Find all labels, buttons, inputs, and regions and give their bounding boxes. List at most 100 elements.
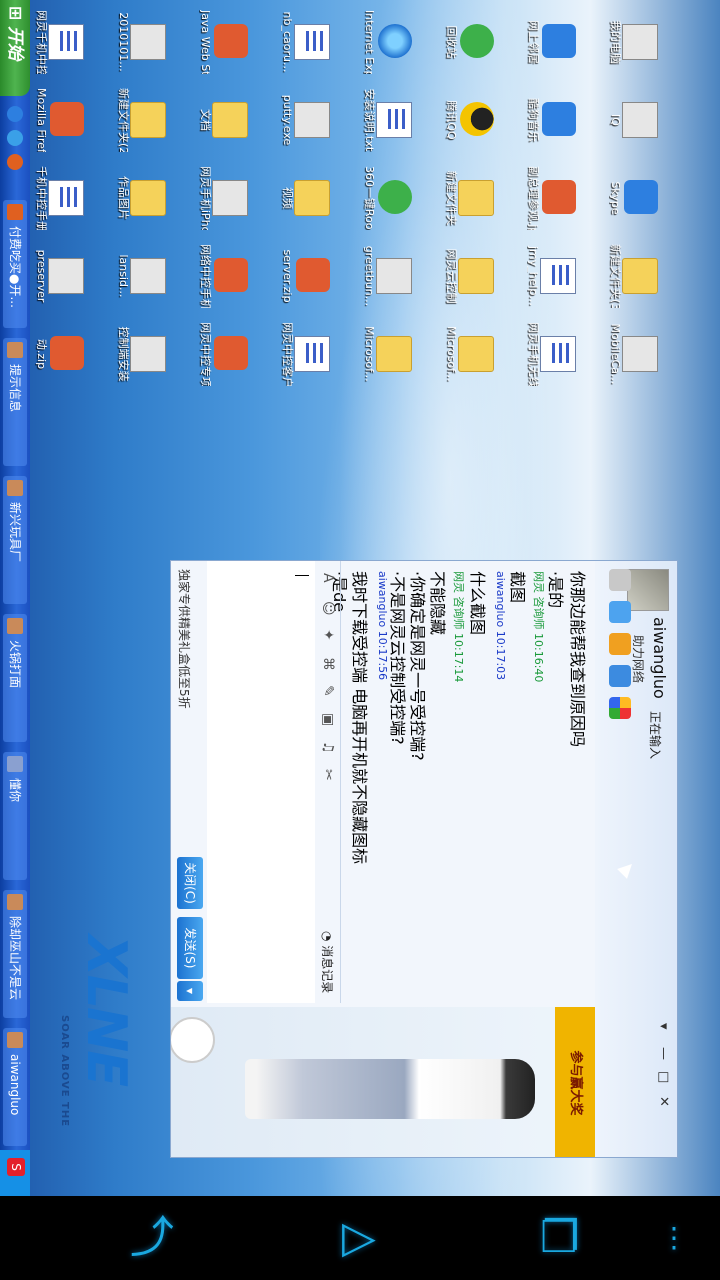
image-icon[interactable]: ▣ <box>320 713 336 726</box>
desktop-icon[interactable]: 360一键Root <box>350 166 414 230</box>
taskbar-button[interactable]: 除却巫山不是云 <box>3 890 27 1018</box>
desktop-icon[interactable]: 作品图片 <box>104 166 168 230</box>
taskbar-button[interactable]: 懂你 <box>3 752 27 880</box>
start-button[interactable]: ⊞ 开始 <box>0 0 30 96</box>
desktop-icon[interactable]: MobileCa... <box>596 322 660 386</box>
firefox-icon <box>7 204 23 220</box>
app-icon <box>48 258 84 294</box>
desktop-icon[interactable]: jmy_help... <box>514 244 578 308</box>
desktop-icon[interactable]: 我的电脑 <box>596 10 660 74</box>
contact-name: aiwangluo <box>650 617 669 699</box>
taskbar-button[interactable]: 付费吃买●开... <box>3 200 27 328</box>
desktop-icon-label: 网络中控手机客户端 <box>199 244 212 308</box>
sogou-icon[interactable]: S <box>7 1158 25 1176</box>
message-meta: 网灵 咨询师 10:16:40 <box>532 571 545 683</box>
quicklaunch-browser-icon[interactable] <box>7 130 23 146</box>
desktop-icon[interactable]: Microsof... <box>350 322 414 386</box>
maximize-icon[interactable]: □ <box>656 1071 671 1083</box>
desktop-icon[interactable]: Mozilla Firefox <box>22 88 86 152</box>
magic-icon[interactable]: ✦ <box>320 629 336 641</box>
taskbar-button[interactable]: 提示信息 <box>3 338 27 466</box>
home-icon[interactable]: ▷ <box>342 1214 376 1262</box>
dropdown-icon[interactable]: ▾ <box>656 1023 671 1030</box>
img-icon <box>542 180 576 214</box>
desktop-icon[interactable]: 动.zip <box>22 322 86 386</box>
quicklaunch-firefox-icon[interactable] <box>7 154 23 170</box>
screenshot-icon[interactable]: ✂ <box>320 769 336 781</box>
taskbar-button[interactable]: aiwangluo <box>3 1028 27 1146</box>
desktop-icon[interactable]: Skype <box>596 166 660 230</box>
android-nav-bar: ⤴ ▷ ❐ ⋮ <box>0 1196 720 1280</box>
desktop-icon[interactable]: lansid... <box>104 244 168 308</box>
message: 我时下载受控端 电脑再开机就不隐藏图标 <box>350 571 369 865</box>
close-window-icon[interactable]: ✕ <box>656 1096 671 1107</box>
taskbar-button[interactable]: 火锅打面 <box>3 614 27 742</box>
desktop-icon[interactable]: 网灵手机iPhone助手 <box>186 166 250 230</box>
qq-chat-window[interactable]: aiwangluo 正在输入 助力网络 ✕ □ — ▾ 你那边能帮我查到原因吗 … <box>170 560 678 1158</box>
menu-icon[interactable]: ⋮ <box>660 1214 688 1262</box>
desktop-icon[interactable]: server.zip <box>268 244 332 308</box>
desktop-icon[interactable]: 酷狗音乐 <box>514 88 578 152</box>
recent-apps-icon[interactable]: ❐ <box>540 1214 579 1262</box>
desktop-icon-label: IQ <box>609 114 622 126</box>
desktop-icon[interactable]: 控制端安装 <box>104 322 168 386</box>
desktop-icon[interactable]: nb_caoru... <box>268 10 332 74</box>
desktop-icon[interactable]: 回收站 <box>432 10 496 74</box>
desktop-icon[interactable]: 网络中控手机客户端 <box>186 244 250 308</box>
music-icon[interactable]: ♫ <box>320 741 336 754</box>
desktop-icon[interactable]: 新建文件夹(2) <box>104 88 168 152</box>
desktop-icon[interactable]: 网上邻居 <box>514 10 578 74</box>
message-input[interactable] <box>207 561 315 1003</box>
desktop-icon-label: nb_caoru... <box>281 11 294 73</box>
message-history: 你那边能帮我查到原因吗 ·是的 网灵 咨询师 10:16:40 截图 aiwan… <box>330 571 591 1001</box>
back-icon[interactable]: ⤴ <box>130 1214 174 1262</box>
desktop-icon[interactable]: 网灵云控制 <box>432 244 496 308</box>
ad-banner[interactable]: 参与赢大奖 <box>555 1007 595 1158</box>
desktop-icon[interactable]: 腾讯QQ <box>432 88 496 152</box>
shake-icon[interactable]: ⌘ <box>320 657 336 671</box>
message: 截图 <box>508 571 527 604</box>
send-button[interactable]: 发送(S) <box>177 917 203 979</box>
java-icon <box>214 24 248 58</box>
desktop-icon[interactable]: 网灵中控客户端 <box>268 322 332 386</box>
promo-text[interactable]: 独家专供精美礼盒低至5折 <box>176 569 193 709</box>
file-transfer-icon[interactable] <box>609 633 631 655</box>
voice-call-icon[interactable] <box>609 601 631 623</box>
desktop-icon[interactable]: putty.exe <box>268 88 332 152</box>
taskbar-button[interactable]: 新兴玩具厂 <box>3 476 27 604</box>
desktop-icon-label: 360一键Root <box>363 166 376 230</box>
desktop-icon[interactable]: 新建文件夹(3) <box>596 244 660 308</box>
emoji-icon[interactable]: ☺ <box>320 601 336 616</box>
desktop-icon[interactable]: 新建文件夹 <box>432 166 496 230</box>
desktop-icon[interactable]: Java Web Start <box>186 10 250 74</box>
contact-avatar[interactable] <box>627 569 669 611</box>
remote-assist-icon[interactable] <box>609 665 631 687</box>
desktop-icon[interactable]: preserver <box>22 244 86 308</box>
desktop-icon-label: 文档 <box>199 109 212 131</box>
avatar-bubble-icon[interactable] <box>170 1017 215 1063</box>
font-icon[interactable]: A <box>320 573 336 583</box>
desktop-icon[interactable]: 副总理参观.jpg <box>514 166 578 230</box>
desktop-icon[interactable]: 安装说明.txt <box>350 88 414 152</box>
desktop-icon[interactable]: Microsof... <box>432 322 496 386</box>
desktop-icon[interactable]: IQ <box>596 88 660 152</box>
desktop-icon[interactable]: 网灵中控专项 <box>186 322 250 386</box>
apps-icon[interactable] <box>609 697 631 719</box>
desktop-icon[interactable]: 网灵千机中控客户端 <box>22 10 86 74</box>
video-call-icon[interactable] <box>609 569 631 591</box>
minimize-icon[interactable]: — <box>656 1047 671 1060</box>
desktop-icon[interactable]: 千机中控手册 <box>22 166 86 230</box>
history-label: 消息记录 <box>320 945 334 994</box>
edit-icon[interactable]: ✎ <box>320 685 336 697</box>
quicklaunch-ie-icon[interactable] <box>7 106 23 122</box>
desktop-icon[interactable]: 文档 <box>186 88 250 152</box>
close-button[interactable]: 关闭(C) <box>177 857 203 909</box>
folder-icon <box>294 180 330 216</box>
desktop-icon[interactable]: 视频 <box>268 166 332 230</box>
desktop-icon[interactable]: 2010101... <box>104 10 168 74</box>
desktop-icon[interactable]: 网灵手机无线控制 <box>514 322 578 386</box>
desktop-icon[interactable]: greetbun... <box>350 244 414 308</box>
send-options-icon[interactable]: ▾ <box>177 981 203 1001</box>
doc-icon <box>376 102 412 138</box>
desktop-icon[interactable]: Internet Explorer <box>350 10 414 74</box>
